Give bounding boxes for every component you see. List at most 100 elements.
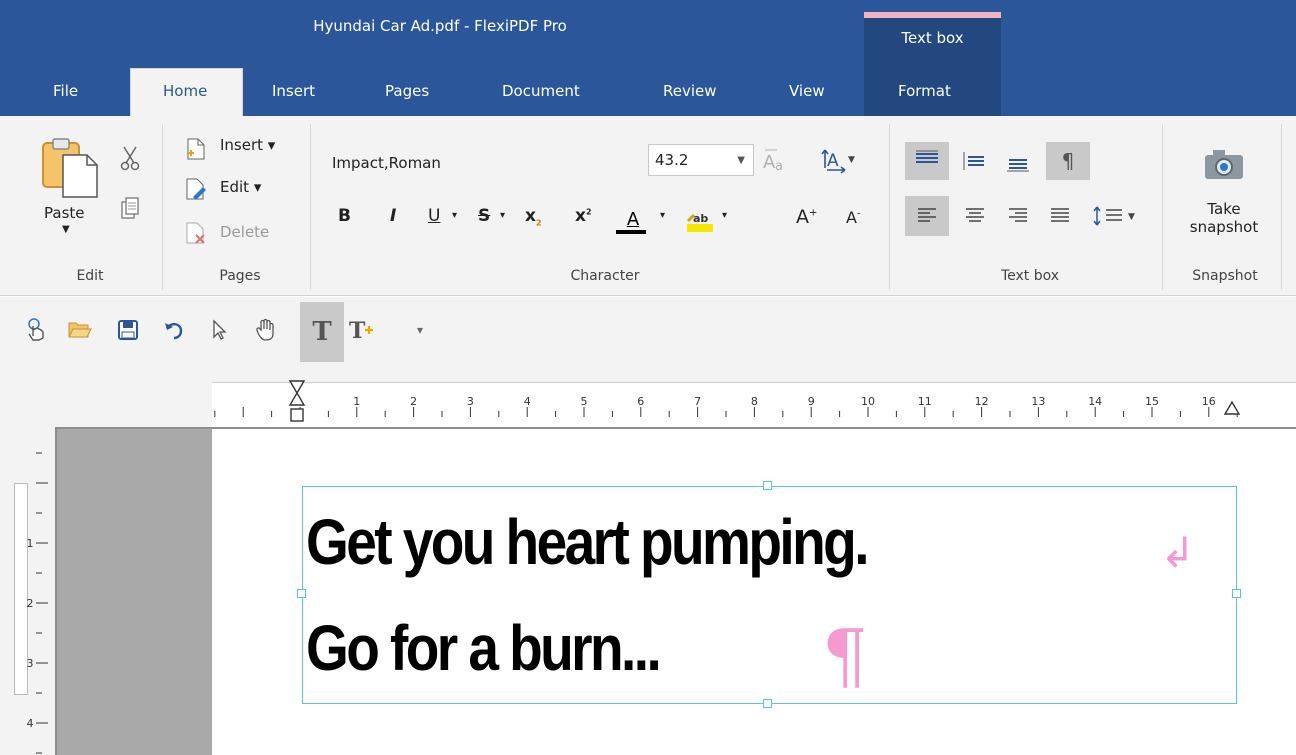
align-bottom-icon[interactable] <box>998 142 1038 180</box>
svg-text:T: T <box>349 318 366 342</box>
ruler-number: 3 <box>27 657 34 670</box>
ruler-number: 6 <box>637 395 644 408</box>
paragraph-mark: ¶ <box>822 614 868 698</box>
font-size-value: 43.2 <box>655 151 689 169</box>
copy-icon[interactable] <box>118 194 142 222</box>
ad-text-line-2[interactable]: Go for a burn... <box>306 616 662 680</box>
font-size-decrease-icon[interactable]: Aa <box>760 144 794 176</box>
font-size-field[interactable]: 43.2 ▼ <box>648 144 754 176</box>
context-accent-line <box>864 12 1001 18</box>
underline-dropdown[interactable]: ▾ <box>452 210 457 221</box>
tab-document[interactable]: Document <box>502 81 580 107</box>
paste-button[interactable] <box>38 136 102 200</box>
chevron-down-icon[interactable]: ▼ <box>737 155 745 166</box>
italic-button[interactable]: I <box>390 206 396 226</box>
svg-text:▼: ▼ <box>1128 212 1135 222</box>
select-cursor-icon[interactable] <box>206 316 234 344</box>
edit-page-button[interactable]: Edit ▾ <box>220 178 261 196</box>
open-folder-icon[interactable] <box>66 316 94 344</box>
align-middle-icon[interactable] <box>955 142 995 180</box>
align-top-icon[interactable] <box>905 142 949 180</box>
text-direction-icon[interactable]: A ▼ <box>820 144 856 176</box>
save-icon[interactable] <box>114 316 142 344</box>
resize-handle-left[interactable] <box>297 589 306 598</box>
paste-dropdown-arrow[interactable]: ▼ <box>62 224 70 235</box>
align-center-icon[interactable] <box>955 196 995 236</box>
strike-dropdown[interactable]: ▾ <box>500 210 505 221</box>
strikethrough-button[interactable]: S <box>478 206 490 226</box>
align-left-icon[interactable] <box>905 196 949 236</box>
right-margin-marker-icon[interactable] <box>1222 396 1242 418</box>
customize-toolbar-icon[interactable]: ▾ <box>406 316 434 344</box>
align-justify-icon[interactable] <box>1040 196 1080 236</box>
ruler-number: 14 <box>1088 395 1102 408</box>
indent-marker-icon[interactable] <box>284 378 310 426</box>
group-separator <box>310 124 311 290</box>
superscript-button[interactable]: x2 <box>575 206 592 226</box>
svg-text:ab: ab <box>693 212 708 225</box>
vertical-ruler-ticks: 1 2 3 4 <box>27 452 48 754</box>
delete-page-icon[interactable] <box>184 220 208 246</box>
bold-button[interactable]: B <box>338 206 351 226</box>
window-title: Hyundai Car Ad.pdf - FlexiPDF Pro <box>313 17 567 35</box>
line-spacing-icon[interactable]: ▼ <box>1090 196 1146 236</box>
edit-text-tool-icon[interactable]: T <box>300 302 344 362</box>
hand-tool-icon[interactable] <box>252 316 280 344</box>
paste-label[interactable]: Paste <box>44 204 85 222</box>
align-right-icon[interactable] <box>998 196 1038 236</box>
camera-icon[interactable] <box>1196 142 1252 186</box>
take-snapshot-line1: Take <box>1207 200 1241 218</box>
line-break-mark: ↲ <box>1160 528 1196 577</box>
shrink-font-button[interactable]: A- <box>846 208 861 227</box>
tab-view[interactable]: View <box>789 81 825 107</box>
context-group-title: Text box <box>901 29 964 47</box>
ruler-number: 8 <box>751 395 758 408</box>
ruler-number: 3 <box>467 395 474 408</box>
font-color-button[interactable]: A <box>612 202 654 236</box>
touch-mode-icon[interactable] <box>22 316 50 344</box>
highlight-dropdown[interactable]: ▾ <box>722 210 727 221</box>
font-color-letter: A <box>626 208 640 230</box>
resize-handle-bottom[interactable] <box>763 699 772 708</box>
delete-page-button[interactable]: Delete <box>220 223 269 241</box>
group-label-pages: Pages <box>219 268 261 284</box>
title-bar: Hyundai Car Ad.pdf - FlexiPDF Pro <box>0 0 1296 54</box>
ruler-number: 9 <box>808 395 815 408</box>
resize-handle-right[interactable] <box>1232 589 1241 598</box>
cut-icon[interactable] <box>118 144 142 172</box>
horizontal-ruler: 1 2 3 4 5 6 7 8 9 10 11 12 13 14 15 16 <box>212 382 1296 427</box>
subscript-button[interactable]: x2 <box>525 206 542 227</box>
tab-file[interactable]: File <box>53 81 78 107</box>
ruler-number: 2 <box>410 395 417 408</box>
highlight-icon[interactable]: ab <box>680 202 720 236</box>
ruler-number: 2 <box>27 597 34 610</box>
ruler-number: 12 <box>975 395 989 408</box>
group-separator <box>1162 124 1163 290</box>
tab-insert[interactable]: Insert <box>272 81 315 107</box>
ruler-number: 16 <box>1202 395 1216 408</box>
pilcrow-button[interactable]: ¶ <box>1046 142 1090 180</box>
undo-icon[interactable] <box>160 316 188 344</box>
take-snapshot-button[interactable]: Take snapshot <box>1180 200 1268 236</box>
font-name-field[interactable]: Impact,Roman <box>332 154 441 172</box>
clipboard-icon <box>42 138 98 198</box>
font-color-swatch <box>616 230 646 234</box>
edit-page-icon[interactable] <box>184 176 208 202</box>
resize-handle-top[interactable] <box>763 481 772 490</box>
ruler-number: 1 <box>353 395 360 408</box>
font-color-dropdown[interactable]: ▾ <box>660 210 665 221</box>
tab-format[interactable]: Format <box>898 81 951 107</box>
insert-page-button[interactable]: Insert ▾ <box>220 136 275 154</box>
tab-pages[interactable]: Pages <box>385 81 429 107</box>
grow-font-button[interactable]: A+ <box>796 206 817 228</box>
underline-button[interactable]: U <box>428 206 440 226</box>
ruler-number: 11 <box>918 395 932 408</box>
tab-home[interactable]: Home <box>163 81 207 107</box>
insert-page-icon[interactable] <box>184 136 208 162</box>
ruler-ticks: 1 2 3 4 5 6 7 8 9 10 11 12 13 14 15 16 <box>214 395 1238 417</box>
add-text-tool-icon[interactable]: T <box>348 316 376 344</box>
take-snapshot-line2: snapshot <box>1189 218 1259 236</box>
ad-text-line-1[interactable]: Get you heart pumping. <box>306 510 870 574</box>
tab-review[interactable]: Review <box>663 81 717 107</box>
ruler-number: 15 <box>1145 395 1159 408</box>
